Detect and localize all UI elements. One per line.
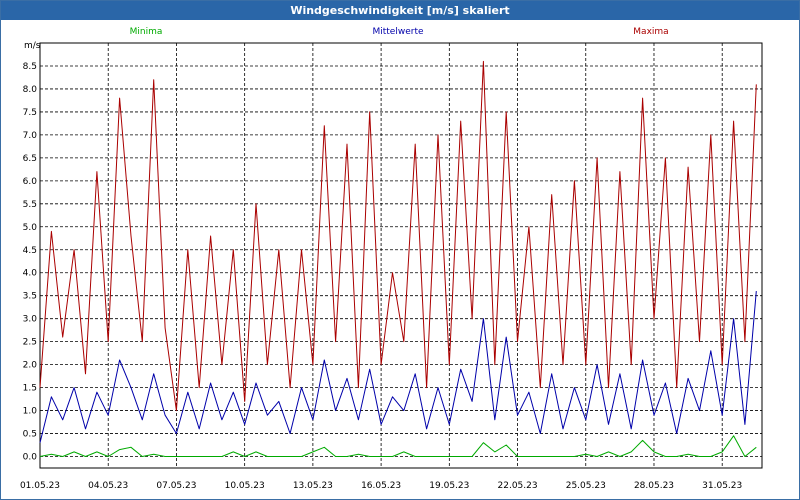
y-tick-label: 8.0 xyxy=(23,85,38,95)
x-tick-label: 28.05.23 xyxy=(634,481,674,491)
wind-speed-chart: 0.0 0.5 1.0 1.5 2.0 2.5 3.0 3.5 4.0 4.5 5.0 5.5 6.0 6… xyxy=(20,27,763,491)
y-tick-label: 7.0 xyxy=(23,131,38,141)
y-axis-label: m/s xyxy=(24,41,41,51)
y-tick-label: 1.5 xyxy=(23,384,37,394)
x-tick-label: 10.05.23 xyxy=(225,481,265,491)
y-tick-label: 0.0 xyxy=(23,453,38,463)
x-tick-label: 16.05.23 xyxy=(361,481,401,491)
y-tick-labels: 0.0 0.5 1.0 1.5 2.0 2.5 3.0 3.5 4.0 4.5 5.0 5.5 6.0 6… xyxy=(23,62,38,463)
x-tick-label: 04.05.23 xyxy=(88,481,128,491)
y-tick-label: 2.0 xyxy=(23,361,38,371)
y-tick-label: 4.0 xyxy=(23,269,38,279)
y-tick-label: 8.5 xyxy=(23,62,37,72)
x-tick-label: 22.05.23 xyxy=(498,481,538,491)
y-tick-label: 2.5 xyxy=(23,338,37,348)
x-tick-label: 31.05.23 xyxy=(702,481,742,491)
x-tick-label: 01.05.23 xyxy=(20,481,60,491)
legend-minima: Minima xyxy=(130,27,163,37)
y-tick-label: 7.5 xyxy=(23,108,37,118)
y-tick-label: 6.0 xyxy=(23,177,38,187)
x-tick-label: 07.05.23 xyxy=(156,481,196,491)
x-tick-labels: 01.05.23 04.05.23 07.05.23 10.05.23 13.05.23… xyxy=(20,481,742,491)
y-tick-label: 4.5 xyxy=(23,246,37,256)
y-tick-label: 1.0 xyxy=(23,407,38,417)
x-tick-label: 25.05.23 xyxy=(566,481,606,491)
window-title: Windgeschwindigkeit [m/s] skaliert xyxy=(1,1,799,20)
legend-mittelwerte: Mittelwerte xyxy=(372,27,423,37)
y-tick-label: 5.0 xyxy=(23,223,38,233)
x-tick-label: 13.05.23 xyxy=(293,481,333,491)
y-tick-label: 6.5 xyxy=(23,154,37,164)
y-tick-label: 5.5 xyxy=(23,200,37,210)
y-tick-label: 3.5 xyxy=(23,292,37,302)
y-tick-label: 0.5 xyxy=(23,430,37,440)
x-tick-label: 19.05.23 xyxy=(429,481,469,491)
legend-maxima: Maxima xyxy=(633,27,668,37)
y-tick-label: 3.0 xyxy=(23,315,38,325)
